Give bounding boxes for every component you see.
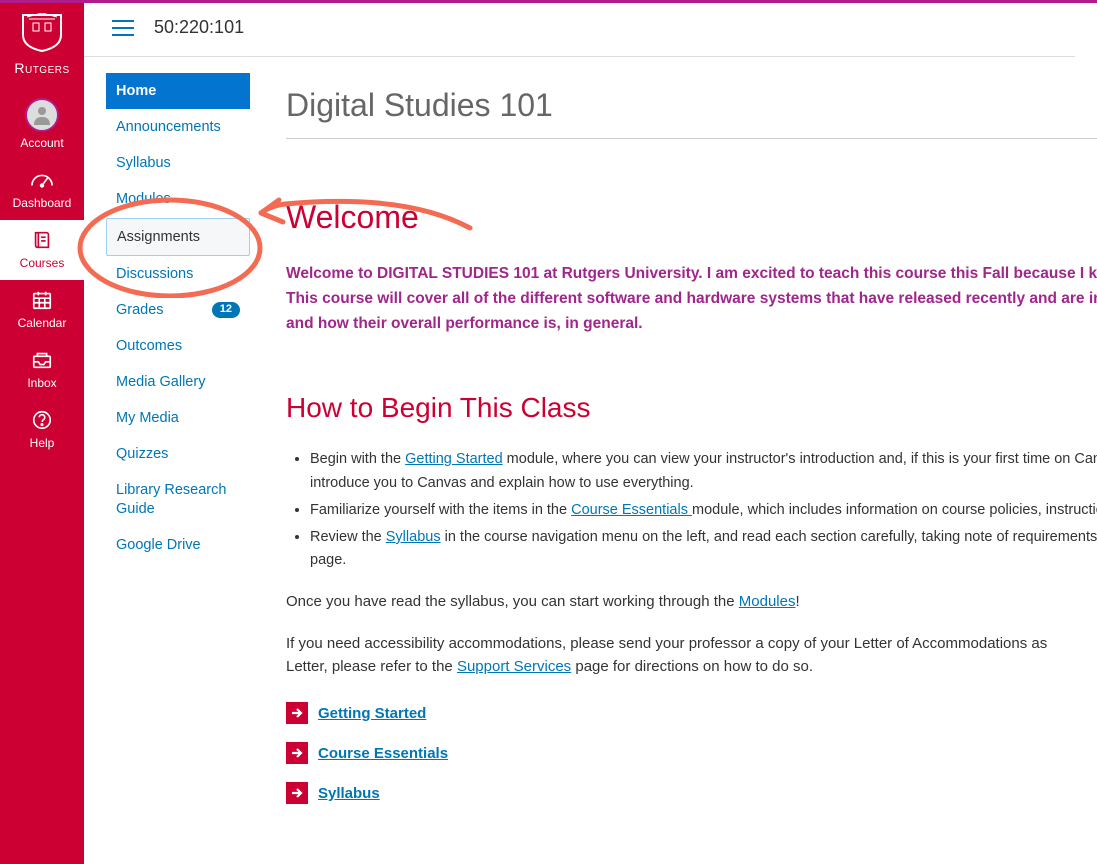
text: introduce you to Canvas and explain how … — [310, 475, 694, 491]
text: Letter, please refer to the — [286, 658, 457, 675]
course-nav-my-media[interactable]: My Media — [106, 400, 250, 436]
course-nav-label: Media Gallery — [116, 373, 205, 391]
nav-account-label: Account — [0, 136, 84, 150]
hamburger-menu-icon[interactable] — [112, 20, 134, 36]
link-modules[interactable]: Modules — [739, 593, 796, 610]
global-nav: Rutgers Account Dashboard Courses Calend… — [0, 3, 84, 864]
help-icon — [28, 408, 56, 432]
course-nav-label: Home — [116, 82, 156, 100]
intro-line: and how their overall performance is, in… — [286, 312, 1097, 337]
nav-help[interactable]: Help — [0, 400, 84, 460]
page-content: Digital Studies 101 Welcome Welcome to D… — [284, 73, 1097, 822]
nav-calendar[interactable]: Calendar — [0, 280, 84, 340]
breadcrumb-row: 50:220:101 — [84, 3, 1075, 57]
arrow-right-icon — [286, 742, 308, 764]
link-course-essentials[interactable]: Course Essentials — [571, 502, 692, 518]
grades-badge: 12 — [212, 302, 240, 318]
nav-dashboard[interactable]: Dashboard — [0, 160, 84, 220]
main-region: 50:220:101 Home Announcements Syllabus M… — [84, 3, 1097, 864]
course-nav-quizzes[interactable]: Quizzes — [106, 436, 250, 472]
text: in the course navigation menu on the lef… — [441, 529, 1097, 545]
brand-name: Rutgers — [14, 60, 69, 76]
course-nav-label: Assignments — [117, 228, 200, 246]
arrow-right-icon — [286, 702, 308, 724]
jump-link-syllabus[interactable]: Syllabus — [318, 785, 380, 802]
text: Once you have read the syllabus, you can… — [286, 593, 739, 610]
link-support-services[interactable]: Support Services — [457, 658, 571, 675]
course-nav-outcomes[interactable]: Outcomes — [106, 328, 250, 364]
nav-help-label: Help — [0, 436, 84, 450]
nav-calendar-label: Calendar — [0, 316, 84, 330]
intro-line: This course will cover all of the differ… — [286, 287, 1097, 312]
brand-logo[interactable]: Rutgers — [14, 3, 69, 90]
course-nav-label: My Media — [116, 409, 179, 427]
nav-inbox[interactable]: Inbox — [0, 340, 84, 400]
course-nav-grades[interactable]: Grades 12 — [106, 292, 250, 328]
nav-account[interactable]: Account — [0, 90, 84, 160]
course-nav: Home Announcements Syllabus Modules Assi… — [106, 73, 250, 563]
page-title: Digital Studies 101 — [286, 87, 1097, 139]
avatar-icon — [25, 98, 59, 132]
arrow-right-icon — [286, 782, 308, 804]
course-nav-label: Library Research Guide — [116, 481, 240, 517]
course-nav-library[interactable]: Library Research Guide — [106, 472, 250, 526]
text: module, where you can view your instruct… — [503, 451, 1097, 467]
course-nav-modules[interactable]: Modules — [106, 181, 250, 217]
intro-paragraph: Welcome to DIGITAL STUDIES 101 at Rutger… — [286, 262, 1097, 336]
course-nav-media-gallery[interactable]: Media Gallery — [106, 364, 250, 400]
course-nav-label: Announcements — [116, 118, 221, 136]
course-nav-label: Syllabus — [116, 154, 171, 172]
nav-dashboard-label: Dashboard — [0, 196, 84, 210]
text: Familiarize yourself with the items in t… — [310, 502, 571, 518]
jump-link-row: Course Essentials — [286, 742, 1097, 764]
text: If you need accessibility accommodations… — [286, 635, 1047, 652]
text: page. — [310, 552, 346, 568]
content-body: Welcome Welcome to DIGITAL STUDIES 101 a… — [286, 139, 1097, 804]
top-accent-bar — [0, 0, 1097, 3]
paragraph: If you need accessibility accommodations… — [286, 632, 1097, 679]
paragraph: Once you have read the syllabus, you can… — [286, 590, 1097, 613]
welcome-heading: Welcome — [286, 199, 1097, 236]
link-getting-started[interactable]: Getting Started — [405, 451, 503, 467]
course-nav-label: Outcomes — [116, 337, 182, 355]
link-syllabus[interactable]: Syllabus — [386, 529, 441, 545]
dashboard-icon — [28, 168, 56, 192]
courses-icon — [28, 228, 56, 252]
jump-link-row: Getting Started — [286, 702, 1097, 724]
course-nav-discussions[interactable]: Discussions — [106, 256, 250, 292]
jump-link-row: Syllabus — [286, 782, 1097, 804]
begin-list: Begin with the Getting Started module, w… — [286, 448, 1097, 572]
rutgers-shield-icon — [19, 13, 65, 53]
course-nav-label: Grades — [116, 301, 164, 319]
nav-courses-label: Courses — [0, 256, 84, 270]
jump-link-course-essentials[interactable]: Course Essentials — [318, 745, 448, 762]
course-nav-home[interactable]: Home — [106, 73, 250, 109]
nav-courses[interactable]: Courses — [0, 220, 84, 280]
course-nav-label: Discussions — [116, 265, 193, 283]
breadcrumb[interactable]: 50:220:101 — [154, 17, 244, 38]
text: Begin with the — [310, 451, 405, 467]
list-item: Familiarize yourself with the items in t… — [310, 499, 1097, 522]
course-nav-assignments[interactable]: Assignments — [106, 218, 250, 256]
begin-heading: How to Begin This Class — [286, 392, 1097, 424]
course-nav-announcements[interactable]: Announcements — [106, 109, 250, 145]
course-nav-syllabus[interactable]: Syllabus — [106, 145, 250, 181]
jump-link-getting-started[interactable]: Getting Started — [318, 705, 426, 722]
text: page for directions on how to do so. — [571, 658, 813, 675]
calendar-icon — [28, 288, 56, 312]
course-nav-label: Modules — [116, 190, 171, 208]
list-item: Begin with the Getting Started module, w… — [310, 448, 1097, 494]
intro-line: Welcome to DIGITAL STUDIES 101 at Rutger… — [286, 262, 1097, 287]
course-nav-label: Quizzes — [116, 445, 168, 463]
inbox-icon — [28, 348, 56, 372]
list-item: Review the Syllabus in the course naviga… — [310, 526, 1097, 572]
jump-links: Getting Started Course Essentials Syllab… — [286, 702, 1097, 804]
course-nav-google-drive[interactable]: Google Drive — [106, 527, 250, 563]
nav-inbox-label: Inbox — [0, 376, 84, 390]
text: Review the — [310, 529, 386, 545]
text: ! — [795, 593, 799, 610]
text: module, which includes information on co… — [692, 502, 1097, 518]
course-nav-label: Google Drive — [116, 536, 201, 554]
